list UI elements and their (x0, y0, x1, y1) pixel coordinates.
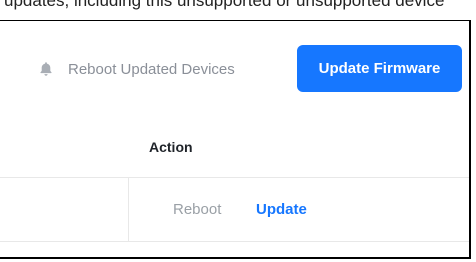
reboot-updated-devices-button[interactable]: Reboot Updated Devices (38, 57, 235, 81)
row-divider (0, 241, 469, 242)
top-strip: updates, including this unsupported or u… (0, 0, 476, 20)
reboot-link[interactable]: Reboot (173, 201, 221, 218)
column-header-action: Action (149, 139, 193, 155)
bell-icon (38, 61, 54, 77)
reboot-updated-devices-label: Reboot Updated Devices (68, 60, 235, 78)
toolbar: Reboot Updated Devices Update Firmware (0, 21, 469, 121)
update-firmware-button[interactable]: Update Firmware (297, 45, 462, 92)
table-row: Reboot Update (0, 178, 469, 241)
column-divider (128, 178, 129, 241)
update-link[interactable]: Update (256, 201, 307, 218)
device-panel: Reboot Updated Devices Update Firmware A… (0, 20, 471, 259)
cut-off-text: updates, including this unsupported or u… (4, 0, 445, 10)
table-header-row: Action (0, 121, 469, 177)
